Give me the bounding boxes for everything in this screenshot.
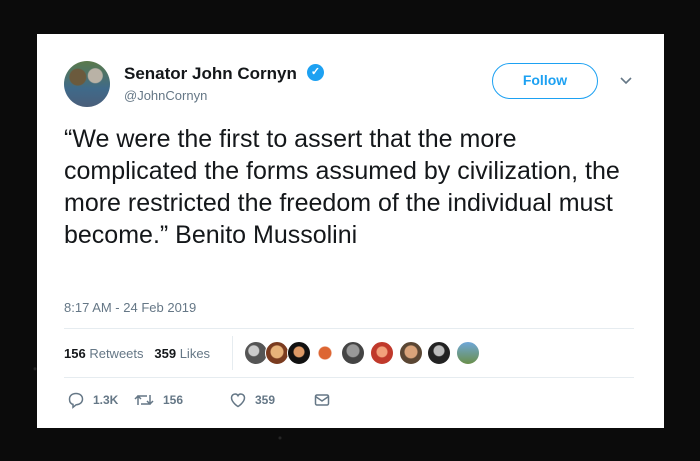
- tweet-text: “We were the first to assert that the mo…: [64, 125, 620, 249]
- username-handle[interactable]: @JohnCornyn: [124, 88, 207, 103]
- liker-avatar[interactable]: [265, 341, 289, 365]
- verified-badge-icon: ✓: [307, 64, 324, 81]
- display-name[interactable]: Senator John Cornyn: [124, 64, 297, 84]
- liker-avatar[interactable]: [456, 341, 480, 365]
- tweet-timestamp[interactable]: 8:17 AM - 24 Feb 2019: [64, 300, 196, 315]
- liker-avatar[interactable]: [287, 341, 311, 365]
- retweets-count[interactable]: 156: [64, 346, 86, 361]
- liker-avatar[interactable]: [313, 341, 337, 365]
- envelope-icon: [314, 394, 330, 406]
- likes-count[interactable]: 359: [154, 346, 176, 361]
- avatar[interactable]: [64, 61, 110, 107]
- liker-avatar[interactable]: [427, 341, 451, 365]
- liker-avatar[interactable]: [399, 341, 423, 365]
- liker-avatar[interactable]: [341, 341, 365, 365]
- heart-icon: [230, 393, 246, 408]
- chevron-down-icon[interactable]: [619, 74, 633, 88]
- follow-button[interactable]: Follow: [492, 63, 598, 99]
- tweet-card: Senator John Cornyn ✓ @JohnCornyn Follow…: [37, 34, 664, 428]
- engagement-stats: 156 Retweets 359 Likes: [64, 346, 210, 361]
- divider: [64, 377, 634, 378]
- retweet-action[interactable]: 156: [133, 391, 183, 409]
- stats-separator: [232, 336, 233, 370]
- likes-label[interactable]: Likes: [180, 346, 210, 361]
- like-action[interactable]: 359: [229, 391, 275, 409]
- like-count: 359: [255, 393, 276, 407]
- retweets-label[interactable]: Retweets: [89, 346, 143, 361]
- retweet-count: 156: [163, 393, 184, 407]
- reply-action[interactable]: 1.3K: [67, 391, 118, 409]
- reply-count: 1.3K: [93, 393, 119, 407]
- liker-avatar[interactable]: [370, 341, 394, 365]
- reply-icon: [68, 392, 84, 409]
- direct-message-action[interactable]: [313, 391, 339, 409]
- retweet-icon: [134, 394, 154, 406]
- divider: [64, 328, 634, 329]
